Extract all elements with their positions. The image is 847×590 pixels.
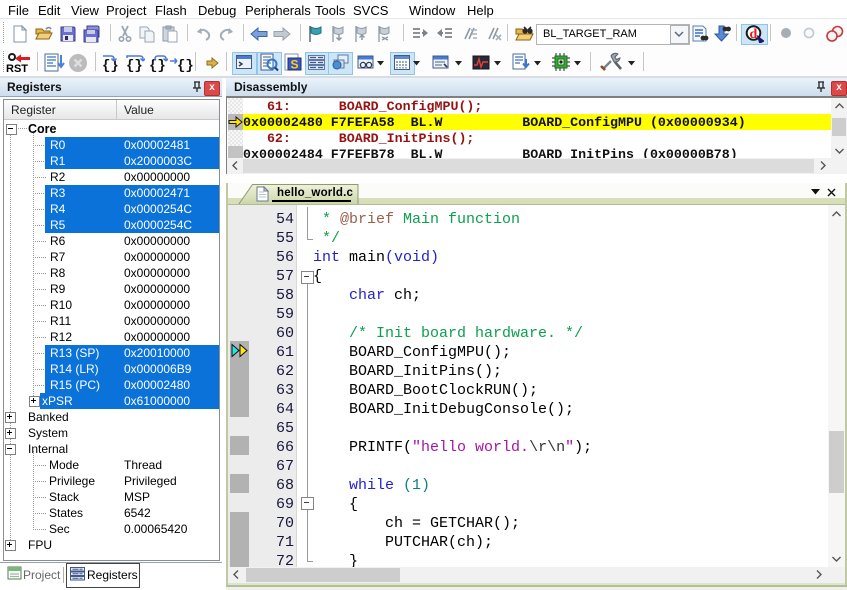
svg-text:{}: {} xyxy=(149,58,166,73)
svg-text:S: S xyxy=(291,58,299,72)
svg-text:{}: {} xyxy=(177,58,194,73)
svg-text:RST: RST xyxy=(6,63,28,74)
svg-text:d: d xyxy=(750,27,758,42)
svg-text:{}: {} xyxy=(102,58,119,73)
svg-text:{}: {} xyxy=(126,58,143,73)
